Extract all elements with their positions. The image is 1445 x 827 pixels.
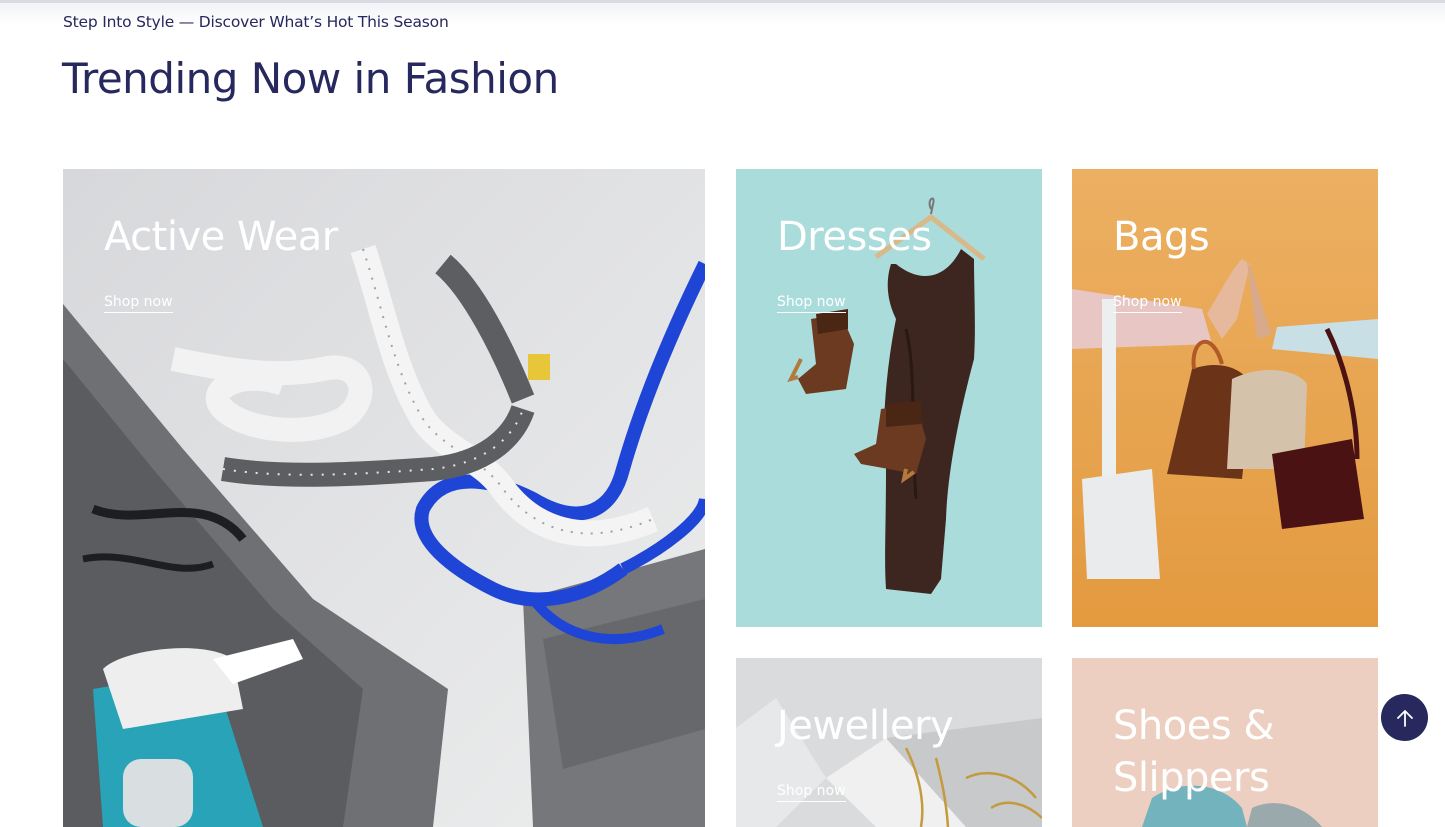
section-title: Trending Now in Fashion (62, 54, 559, 103)
category-title: Dresses (777, 214, 932, 260)
active-wear-image (63, 169, 705, 827)
section-eyebrow: Step Into Style — Discover What’s Hot Th… (63, 13, 449, 31)
arrow-up-icon (1396, 709, 1413, 727)
shop-now-link[interactable]: Shop now (777, 783, 846, 802)
shop-now-link[interactable]: Shop now (1113, 294, 1182, 313)
category-card-shoes-slippers[interactable]: Shoes & Slippers (1072, 658, 1378, 827)
shop-now-link[interactable]: Shop now (104, 294, 173, 313)
category-title: Shoes & Slippers (1113, 703, 1275, 801)
category-card-jewellery[interactable]: Jewellery Shop now (736, 658, 1042, 827)
category-title: Active Wear (104, 214, 338, 260)
category-card-bags[interactable]: Bags Shop now (1072, 169, 1378, 627)
category-card-dresses[interactable]: Dresses Shop now (736, 169, 1042, 627)
category-title: Bags (1113, 214, 1210, 260)
back-to-top-button[interactable] (1381, 694, 1428, 741)
shop-now-link[interactable]: Shop now (777, 294, 846, 313)
category-title: Jewellery (777, 703, 954, 749)
category-card-active-wear[interactable]: Active Wear Shop now (63, 169, 705, 827)
